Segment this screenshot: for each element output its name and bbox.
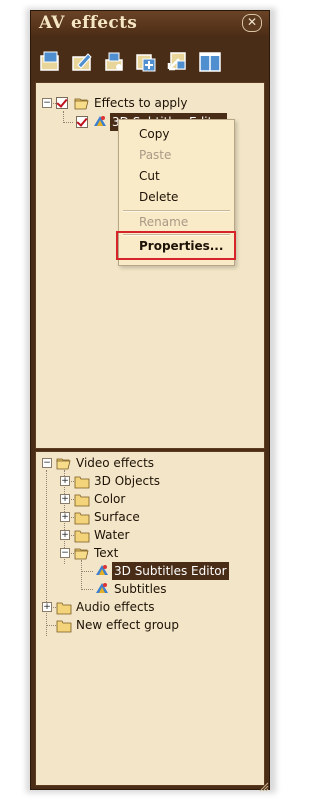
- properties-highlight-box: [116, 231, 236, 260]
- window-title: AV effects: [39, 13, 138, 33]
- collapse-expander[interactable]: −: [60, 548, 70, 558]
- folder-icon: [74, 511, 90, 525]
- collapse-expander[interactable]: −: [42, 458, 52, 468]
- menu-item-paste[interactable]: Paste: [139, 147, 171, 163]
- resize-grip-icon[interactable]: [259, 777, 269, 792]
- edit-effect-icon[interactable]: [69, 49, 95, 75]
- tree-node-video-effects[interactable]: − Video effects: [42, 454, 262, 472]
- export-icon[interactable]: [101, 49, 127, 75]
- tree-node-3d-objects[interactable]: + 3D Objects: [60, 472, 260, 490]
- tree-label: Text: [94, 546, 119, 560]
- effect-icon: [94, 563, 110, 579]
- tree-label: Water: [94, 528, 130, 542]
- folder-icon: [74, 475, 90, 489]
- layout-icon[interactable]: [197, 49, 223, 75]
- folder-icon: [56, 601, 72, 615]
- folder-icon: [74, 493, 90, 507]
- tree-node-3d-subtitles-editor[interactable]: 3D Subtitles Editor: [94, 562, 264, 580]
- checkbox-3d-subtitles[interactable]: [76, 116, 88, 128]
- effect-icon: [94, 581, 110, 597]
- tree-node-surface[interactable]: + Surface: [60, 508, 260, 526]
- tree-node-effects-to-apply[interactable]: − Effects to apply: [42, 94, 262, 112]
- open-folder-icon: [56, 456, 72, 470]
- collapse-expander[interactable]: −: [42, 98, 52, 108]
- menu-item-rename[interactable]: Rename: [139, 214, 188, 230]
- tree-label: Video effects: [76, 456, 155, 470]
- tree-label: New effect group: [76, 618, 179, 632]
- tree-label: 3D Subtitles Editor: [112, 562, 229, 580]
- expand-expander[interactable]: +: [60, 476, 70, 486]
- tree-node-new-effect-group[interactable]: New effect group: [56, 616, 256, 634]
- menu-item-copy[interactable]: Copy: [139, 126, 169, 142]
- tree-node-text[interactable]: − Text: [60, 544, 260, 562]
- tree-node-water[interactable]: + Water: [60, 526, 260, 544]
- menu-item-delete[interactable]: Delete: [139, 189, 178, 205]
- folder-icon: [56, 619, 72, 633]
- checkbox-effects-to-apply[interactable]: [56, 97, 68, 109]
- tree-node-subtitles[interactable]: Subtitles: [94, 580, 264, 598]
- open-folder-icon: [74, 96, 90, 110]
- new-effect-icon[interactable]: [37, 49, 63, 75]
- tree-label: Audio effects: [76, 600, 155, 614]
- av-effects-window: AV effects ✕ − Effects to apply Copy Pas…: [30, 10, 270, 792]
- add-group-icon[interactable]: [133, 49, 159, 75]
- tree-node-audio-effects[interactable]: + Audio effects: [42, 598, 262, 616]
- effects-library-pane: − Video effects + 3D Objects + Color + S…: [35, 451, 265, 786]
- expand-expander[interactable]: +: [60, 512, 70, 522]
- tree-label: Effects to apply: [94, 96, 188, 110]
- folder-icon: [74, 529, 90, 543]
- tree-node-color[interactable]: + Color: [60, 490, 260, 508]
- tree-label: Color: [94, 492, 126, 506]
- open-folder-icon: [74, 546, 90, 560]
- menu-item-cut[interactable]: Cut: [139, 168, 160, 184]
- effect-icon: [92, 114, 108, 130]
- close-button[interactable]: ✕: [242, 14, 262, 32]
- expand-expander[interactable]: +: [42, 602, 52, 612]
- tree-label: Subtitles: [114, 582, 167, 596]
- move-icon[interactable]: [165, 49, 191, 75]
- expand-expander[interactable]: +: [60, 494, 70, 504]
- toolbar: [31, 37, 269, 87]
- menu-separator: [123, 210, 230, 212]
- title-bar[interactable]: AV effects ✕: [31, 11, 269, 37]
- expand-expander[interactable]: +: [60, 530, 70, 540]
- tree-label: 3D Objects: [94, 474, 161, 488]
- tree-label: Surface: [94, 510, 140, 524]
